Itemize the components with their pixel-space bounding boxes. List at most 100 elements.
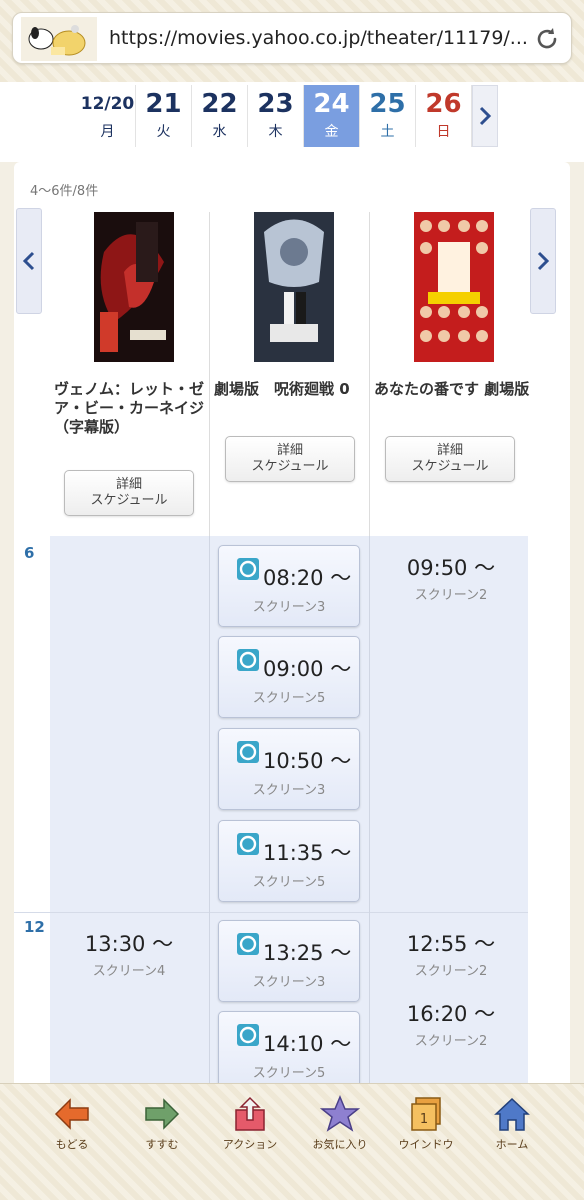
showtime: 09:00 〜: [263, 657, 352, 681]
movies-prev-button[interactable]: [16, 208, 42, 314]
movie-poster-jujutsu[interactable]: [254, 212, 334, 362]
details-schedule-button[interactable]: 詳細 スケジュール: [225, 436, 355, 482]
date-tab-22[interactable]: 22 水: [192, 85, 248, 147]
showtime: 16:20 〜: [406, 1002, 496, 1026]
url-text[interactable]: https://movies.yahoo.co.jp/theater/11179…: [109, 27, 528, 49]
home-button[interactable]: ホーム: [468, 1094, 556, 1152]
movie-poster-anaban[interactable]: [414, 212, 494, 362]
screen-name: スクリーン3: [252, 600, 326, 615]
column-divider: [369, 536, 370, 1092]
toolbar-label: アクション: [222, 1138, 278, 1151]
showtime-button[interactable]: 09:00 〜 スクリーン5: [218, 636, 360, 718]
action-button[interactable]: アクション: [206, 1094, 294, 1152]
showtime: 10:50 〜: [263, 749, 352, 773]
reload-icon[interactable]: [533, 25, 561, 53]
window-count: 1: [420, 1112, 428, 1127]
date-selector: 12/20 月 21 火 22 水 23 木 24 金 25 土 26 日: [0, 82, 584, 162]
hour-label: 12: [24, 918, 45, 936]
screen-name: スクリーン4: [92, 964, 166, 979]
showtime-text[interactable]: 16:20 〜 スクリーン2: [376, 998, 526, 1049]
available-circle-icon: [237, 558, 259, 580]
date-tab-26[interactable]: 26 日: [416, 85, 472, 147]
movie-title[interactable]: ヴェノム：レット・ゼア・ビー・カーネイジ（字幕版）: [54, 380, 214, 437]
button-line: 詳細: [436, 443, 463, 458]
showtime: 11:35 〜: [263, 841, 352, 865]
arrow-right-icon: [145, 1098, 180, 1130]
date-tab-12-20[interactable]: 12/20 月: [80, 85, 136, 147]
date-tab-25[interactable]: 25 土: [360, 85, 416, 147]
date-number: 22: [201, 89, 238, 119]
screen-name: スクリーン5: [252, 691, 326, 706]
toolbar-label: ホーム: [495, 1138, 529, 1151]
screen-name: スクリーン2: [414, 588, 488, 603]
hour-label: 6: [24, 544, 35, 562]
button-line: 詳細: [276, 443, 303, 458]
date-number: 12/20: [80, 94, 135, 114]
showtime: 14:10 〜: [263, 1032, 352, 1056]
showtime-text[interactable]: 13:30 〜 スクリーン4: [54, 928, 204, 979]
date-list: 12/20 月 21 火 22 水 23 木 24 金 25 土 26 日: [80, 85, 498, 147]
button-line: 詳細: [115, 477, 142, 492]
screen-name: スクリーン5: [252, 875, 326, 890]
showtime-text[interactable]: 09:50 〜 スクリーン2: [376, 552, 526, 603]
date-weekday: 金: [324, 124, 339, 140]
forward-button[interactable]: すすむ: [118, 1094, 206, 1152]
chevron-right-icon: [537, 251, 550, 271]
showtime: 09:50 〜: [406, 556, 496, 580]
showtime: 13:30 〜: [84, 932, 174, 956]
home-icon: [494, 1097, 530, 1131]
showtime-button[interactable]: 13:25 〜 スクリーン3: [218, 920, 360, 1002]
available-circle-icon: [237, 649, 259, 671]
screen-name: スクリーン3: [252, 975, 326, 990]
showtime-button[interactable]: 14:10 〜 スクリーン5: [218, 1011, 360, 1092]
available-circle-icon: [237, 833, 259, 855]
date-number: 24: [313, 89, 350, 119]
screen-name: スクリーン2: [414, 964, 488, 979]
showtime-text[interactable]: 12:55 〜 スクリーン2: [376, 928, 526, 979]
details-schedule-button[interactable]: 詳細 スケジュール: [385, 436, 515, 482]
date-number: 23: [257, 89, 294, 119]
button-line: スケジュール: [90, 493, 168, 508]
date-weekday: 日: [436, 124, 451, 140]
showtime-button[interactable]: 08:20 〜 スクリーン3: [218, 545, 360, 627]
screen-name: スクリーン3: [252, 783, 326, 798]
date-weekday: 土: [380, 124, 395, 140]
url-bar[interactable]: https://movies.yahoo.co.jp/theater/11179…: [12, 12, 572, 64]
showtime-button[interactable]: 10:50 〜 スクリーン3: [218, 728, 360, 810]
showtime-button[interactable]: 11:35 〜 スクリーン5: [218, 820, 360, 902]
screen-name: スクリーン5: [252, 1066, 326, 1081]
toolbar-label: ウインドウ: [398, 1138, 454, 1151]
button-line: スケジュール: [411, 459, 489, 474]
movie-title[interactable]: あなたの番です 劇場版: [374, 380, 534, 399]
button-line: スケジュール: [251, 459, 329, 474]
window-button[interactable]: 1 ウインドウ: [382, 1094, 470, 1152]
back-button[interactable]: もどる: [28, 1094, 116, 1152]
date-weekday: 水: [212, 124, 227, 140]
toolbar-label: もどる: [55, 1138, 89, 1151]
date-tab-23[interactable]: 23 木: [248, 85, 304, 147]
date-number: 26: [425, 89, 462, 119]
star-icon: [320, 1095, 360, 1132]
date-number: 21: [145, 89, 182, 119]
share-icon: [235, 1096, 265, 1131]
date-tab-24-selected[interactable]: 24 金: [304, 85, 360, 147]
toolbar-label: お気に入り: [312, 1138, 368, 1151]
showtime: 13:25 〜: [263, 941, 352, 965]
date-weekday: 月: [100, 124, 115, 140]
details-schedule-button[interactable]: 詳細 スケジュール: [64, 470, 194, 516]
movie-column-jujutsu: 劇場版 呪術廻戦 0: [214, 212, 374, 399]
available-circle-icon: [237, 1024, 259, 1046]
toolbar-label: すすむ: [145, 1138, 179, 1151]
browser-toolbar: もどる すすむ アクション お気に入り 1 ウインドウ ホーム: [0, 1083, 584, 1200]
date-weekday: 木: [268, 124, 283, 140]
date-tab-21[interactable]: 21 火: [136, 85, 192, 147]
windows-icon: 1: [411, 1097, 441, 1131]
movie-title[interactable]: 劇場版 呪術廻戦 0: [214, 380, 374, 399]
snoopy-logo-icon: [21, 17, 97, 61]
favorites-button[interactable]: お気に入り: [296, 1094, 384, 1152]
column-divider: [209, 536, 210, 1092]
result-count: 4〜6件/8件: [30, 184, 99, 199]
showtime: 12:55 〜: [406, 932, 496, 956]
movie-poster-venom[interactable]: [94, 212, 174, 362]
date-next-button[interactable]: [472, 85, 498, 147]
